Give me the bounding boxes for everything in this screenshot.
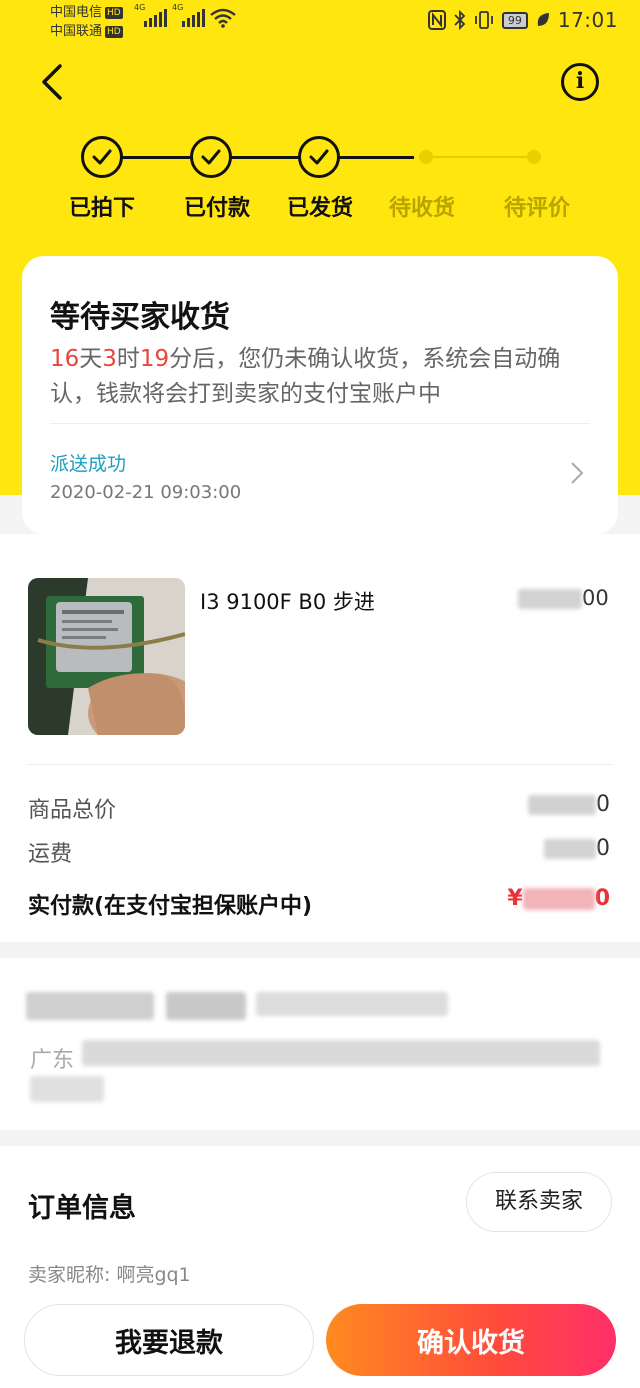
redacted-blur <box>544 839 596 859</box>
address-province: 广东 <box>30 1048 75 1073</box>
refund-button[interactable]: 我要退款 <box>24 1304 314 1376</box>
system-icons: 99 17:01 <box>427 8 618 32</box>
shipping-address[interactable]: 广东 <box>0 958 640 1130</box>
hd-badge: HD <box>105 7 123 19</box>
nfc-icon <box>427 10 446 30</box>
signal-icon: 4G <box>172 3 205 27</box>
step-label-ordered: 已拍下 <box>68 196 135 221</box>
redacted-blur <box>26 992 154 1020</box>
status-bar: 中国电信 HD 中国联通 HD 4G 4G 99 17:01 <box>0 0 640 44</box>
wifi-icon <box>210 8 236 28</box>
paid-amount-value: ¥0 <box>507 886 610 911</box>
redacted-blur <box>518 589 582 609</box>
redacted-blur <box>528 795 596 815</box>
delivery-time: 2020-02-21 09:03:00 <box>50 482 242 503</box>
order-goods-section: I3 9100F B0 步进 00 商品总价 0 运费 0 实付款(在支付宝担保… <box>0 534 640 942</box>
step-label-paid: 已付款 <box>183 196 250 221</box>
chevron-right-icon <box>571 462 584 484</box>
paid-amount-label: 实付款(在支付宝担保账户中) <box>28 894 313 919</box>
order-status-card: 等待买家收货 16天3时19分后，您仍未确认收货，系统会自动确认，钱款将会打到卖… <box>22 256 618 534</box>
confirm-receipt-button[interactable]: 确认收货 <box>326 1304 616 1376</box>
seller-nickname: 卖家昵称: 啊亮gq1 <box>28 1264 191 1286</box>
divider <box>28 764 612 765</box>
step-pending-dot <box>527 150 541 164</box>
countdown-hours: 3 <box>102 346 117 372</box>
step-pending-dot <box>419 150 433 164</box>
carrier-1: 中国电信 <box>50 5 103 20</box>
signal-icon: 4G <box>134 3 167 27</box>
carrier-info: 中国电信 HD 中国联通 HD <box>50 3 123 41</box>
info-icon: i <box>575 68 585 94</box>
countdown-minutes: 19 <box>139 346 170 372</box>
goods-total-value: 0 <box>528 792 610 817</box>
progress-line-pending <box>426 156 534 158</box>
step-check-icon <box>81 136 123 178</box>
step-label-awaiting-receipt: 待收货 <box>388 196 455 221</box>
product-price: 00 <box>518 586 609 610</box>
battery-icon: 99 <box>501 11 528 29</box>
chevron-left-icon <box>42 64 62 100</box>
product-image[interactable] <box>28 578 185 735</box>
leaf-icon <box>537 13 549 26</box>
redacted-blur <box>30 1076 104 1102</box>
order-info-title: 订单信息 <box>28 1193 136 1224</box>
clock: 17:01 <box>557 8 618 32</box>
cpu-photo <box>28 578 185 735</box>
countdown-days: 16 <box>50 346 80 372</box>
shipping-label: 运费 <box>28 842 73 867</box>
redacted-blur <box>256 992 448 1016</box>
goods-total-label: 商品总价 <box>28 798 117 823</box>
contact-seller-button[interactable]: 联系卖家 <box>466 1172 612 1232</box>
auto-confirm-notice: 16天3时19分后，您仍未确认收货，系统会自动确认，钱款将会打到卖家的支付宝账户… <box>50 346 561 407</box>
carrier-2: 中国联通 <box>50 24 103 39</box>
hd-badge: HD <box>105 26 123 38</box>
step-label-awaiting-review: 待评价 <box>503 196 570 221</box>
progress-line-done <box>122 156 414 159</box>
delivery-status: 派送成功 <box>50 453 127 475</box>
redacted-blur <box>522 888 595 910</box>
logistics-row[interactable]: 派送成功 2020-02-21 09:03:00 <box>22 424 618 534</box>
step-check-icon <box>298 136 340 178</box>
step-check-icon <box>190 136 232 178</box>
redacted-blur <box>82 1040 600 1066</box>
order-status-title: 等待买家收货 <box>50 300 230 335</box>
bluetooth-icon <box>454 10 466 30</box>
step-label-shipped: 已发货 <box>286 196 353 221</box>
back-button[interactable] <box>36 60 72 104</box>
info-button[interactable]: i <box>561 63 599 101</box>
redacted-blur <box>166 992 246 1020</box>
product-title[interactable]: I3 9100F B0 步进 <box>200 586 375 616</box>
vibrate-icon <box>474 11 493 29</box>
shipping-value: 0 <box>544 836 610 861</box>
